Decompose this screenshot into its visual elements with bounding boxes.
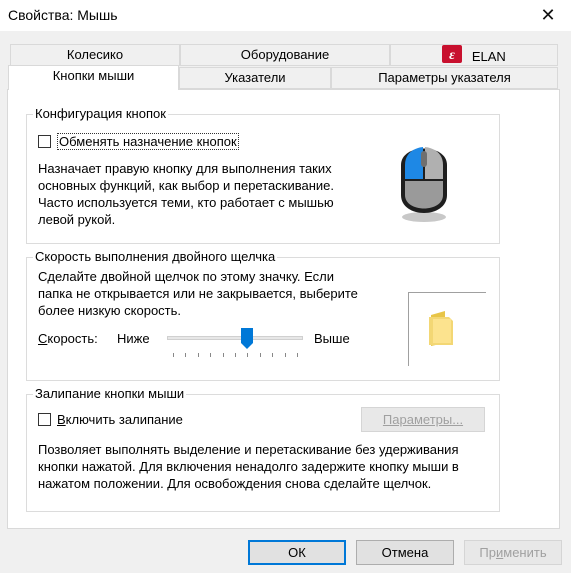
tab-pointer-options[interactable]: Параметры указателя (331, 67, 558, 89)
window-title: Свойства: Мышь (8, 7, 118, 23)
title-bar: Свойства: Мышь ✕ (0, 0, 571, 31)
ok-button[interactable]: ОК (248, 540, 346, 565)
tab-label: Кнопки мыши (52, 68, 135, 83)
tab-label: Оборудование (240, 47, 330, 62)
slider-tick (297, 353, 298, 357)
tab-panel: Конфигурация кнопок Обменять назначение … (7, 89, 560, 529)
close-icon: ✕ (540, 5, 556, 25)
slider-tick (223, 353, 224, 357)
mouse-icon (393, 135, 455, 230)
slider-tick (285, 353, 286, 357)
slider-ticks (167, 353, 303, 357)
swap-buttons-checkbox[interactable] (38, 135, 51, 148)
close-button[interactable]: ✕ (525, 0, 571, 31)
tab-label: Указатели (224, 70, 286, 85)
tab-wheel[interactable]: Колесико (10, 44, 180, 66)
tab-elan[interactable]: ε ELAN (390, 44, 558, 66)
swap-buttons-label[interactable]: Обменять назначение кнопок (57, 133, 239, 150)
slider-tick (173, 353, 174, 357)
click-lock-settings-button[interactable]: Параметры... (361, 407, 485, 432)
slider-tick (210, 353, 211, 357)
slider-tick (185, 353, 186, 357)
tab-hardware[interactable]: Оборудование (180, 44, 390, 66)
button-label: ОК (288, 545, 306, 560)
group-legend: Скорость выполнения двойного щелчка (33, 249, 278, 264)
elan-logo-icon: ε (442, 45, 463, 69)
slider-tick (247, 353, 248, 357)
folder-icon (427, 309, 457, 350)
slider-track (167, 336, 303, 340)
test-folder-area[interactable] (408, 292, 486, 366)
click-lock-checkbox[interactable] (38, 413, 51, 426)
speed-fast-label: Выше (314, 331, 350, 346)
tab-pointers[interactable]: Указатели (179, 67, 331, 89)
slider-tick (198, 353, 199, 357)
group-legend: Конфигурация кнопок (33, 106, 168, 121)
tab-label: ELAN (471, 49, 506, 64)
speed-slow-label: Ниже (117, 331, 150, 346)
click-lock-label[interactable]: Включить залипание (57, 411, 183, 428)
tab-label: Колесико (66, 47, 124, 62)
double-click-description: Сделайте двойной щелчок по этому значку.… (38, 269, 358, 318)
button-label: Параметры... (382, 412, 464, 427)
slider-tick (235, 353, 236, 357)
button-config-description: Назначает правую кнопку для выполнения т… (38, 161, 334, 227)
speed-label: Скорость: (38, 331, 98, 346)
group-legend: Залипание кнопки мыши (33, 386, 187, 401)
apply-button[interactable]: Применить (464, 540, 562, 565)
slider-thumb[interactable] (241, 328, 253, 350)
click-lock-group: Залипание кнопки мыши Включить залипание… (26, 386, 500, 512)
button-label: Применить (479, 545, 547, 560)
speed-slider[interactable] (167, 328, 303, 360)
button-label: Отмена (381, 545, 429, 560)
double-click-group: Скорость выполнения двойного щелчка Сдел… (26, 249, 500, 381)
svg-text:ε: ε (449, 48, 455, 63)
click-lock-description: Позволяет выполнять выделение и перетаск… (38, 442, 459, 491)
slider-tick (272, 353, 273, 357)
slider-tick (260, 353, 261, 357)
tab-label: Параметры указателя (378, 70, 511, 85)
cancel-button[interactable]: Отмена (356, 540, 454, 565)
button-config-group: Конфигурация кнопок Обменять назначение … (26, 106, 500, 244)
tab-buttons[interactable]: Кнопки мыши (8, 65, 179, 90)
